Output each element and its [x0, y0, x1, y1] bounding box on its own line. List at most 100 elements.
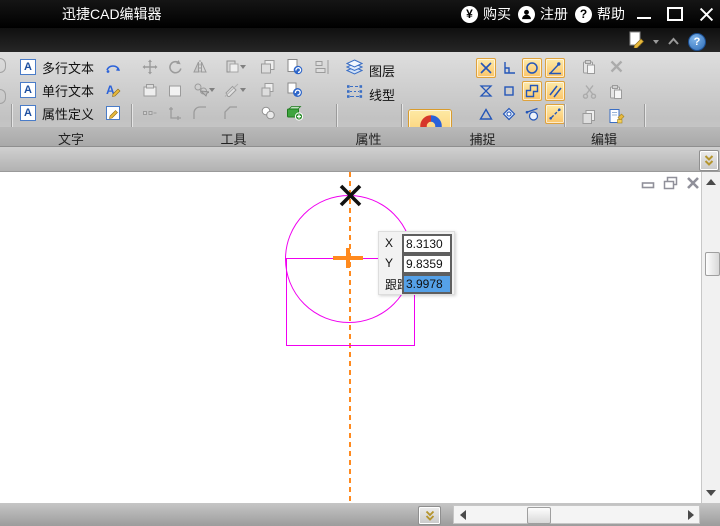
- clipped-icon: [0, 58, 6, 73]
- track-value-field[interactable]: 3.9978: [402, 274, 452, 294]
- document-tab-strip: [0, 147, 720, 172]
- scroll-right-button[interactable]: [683, 507, 698, 523]
- snap-nearest-toggle[interactable]: [522, 81, 542, 101]
- x-value-field[interactable]: 8.3130: [402, 234, 452, 254]
- tools-group-label: 工具: [132, 129, 335, 148]
- chamfer-icon[interactable]: [221, 103, 241, 122]
- group-circles-icon[interactable]: [258, 103, 278, 122]
- close-button[interactable]: [694, 2, 718, 26]
- maximize-button[interactable]: [663, 2, 687, 26]
- minimize-button[interactable]: [632, 2, 656, 26]
- maximize-icon: [667, 7, 683, 21]
- mdi-close-button[interactable]: [686, 176, 700, 195]
- block-add-icon[interactable]: [284, 103, 304, 122]
- arc-text-icon[interactable]: [104, 58, 121, 75]
- help-button[interactable]: ? 帮助: [575, 4, 625, 24]
- copy-icon[interactable]: [579, 107, 599, 126]
- match-properties-icon[interactable]: [606, 107, 626, 126]
- singleline-text-icon: A: [20, 82, 36, 98]
- offset-dropdown-icon[interactable]: [221, 57, 249, 76]
- mdi-minimize-button[interactable]: [641, 176, 655, 195]
- paste-origin-icon[interactable]: [165, 80, 185, 99]
- layers-button[interactable]: 图层: [346, 60, 395, 80]
- edit-drawing-icon[interactable]: [628, 31, 645, 53]
- draw-order-icon[interactable]: [284, 57, 304, 76]
- double-chevron-down-icon: [703, 154, 715, 167]
- x-label: X: [385, 236, 393, 250]
- buy-label: 购买: [483, 4, 511, 24]
- snap-apparent-toggle[interactable]: [476, 104, 496, 124]
- snap-intersection-toggle[interactable]: [476, 58, 496, 78]
- app-window: 迅捷CAD编辑器 ¥ 购买 注册 ? 帮助: [0, 0, 720, 526]
- horizontal-scrollbar[interactable]: [453, 505, 700, 524]
- fillet-icon[interactable]: [190, 103, 210, 122]
- cut-icon[interactable]: [579, 82, 599, 101]
- register-button[interactable]: 注册: [518, 4, 568, 24]
- snap-midpoint-toggle[interactable]: [476, 81, 496, 101]
- arrow-down-icon: [706, 490, 716, 496]
- scroll-up-button[interactable]: [702, 174, 720, 190]
- copy-nested-icon[interactable]: [258, 80, 278, 99]
- edit-group-label: 编辑: [565, 129, 643, 148]
- singleline-text-button[interactable]: A 单行文本: [20, 80, 94, 100]
- bottombar-expand-button[interactable]: [418, 506, 441, 525]
- buy-button[interactable]: ¥ 购买: [461, 4, 511, 24]
- close-icon: [699, 7, 714, 22]
- multiline-text-icon: A: [20, 59, 36, 75]
- ribbon-help-icon[interactable]: ?: [688, 33, 706, 51]
- rotate-icon[interactable]: [165, 57, 185, 76]
- dropdown-caret-icon[interactable]: [653, 40, 659, 44]
- erase-dropdown-icon[interactable]: [221, 80, 249, 99]
- tabstrip-expand-button[interactable]: [699, 150, 719, 171]
- multiline-text-button[interactable]: A 多行文本: [20, 57, 94, 77]
- mdi-restore-button[interactable]: [663, 176, 678, 195]
- minimize-ribbon-icon[interactable]: [667, 33, 680, 51]
- tracking-point-marker: [346, 248, 350, 268]
- arrow-right-icon: [688, 510, 694, 520]
- snap-extension-toggle[interactable]: [545, 104, 565, 124]
- snap-cross-marker: [337, 182, 364, 209]
- bottom-bar: [0, 503, 720, 526]
- snap-perpendicular-toggle[interactable]: [499, 58, 519, 78]
- mirror-icon[interactable]: [190, 57, 210, 76]
- point-style-icon[interactable]: [140, 103, 160, 122]
- vertical-scrollbar[interactable]: [701, 172, 720, 503]
- clipped-icon: [0, 89, 6, 104]
- coordinate-tooltip: X 8.3130 Y 9.8359 跟踪 3.9978: [378, 231, 455, 295]
- vertical-scroll-thumb[interactable]: [705, 252, 720, 276]
- copy-objects-icon[interactable]: [258, 57, 278, 76]
- delete-icon[interactable]: [606, 57, 626, 76]
- align-icon[interactable]: [312, 57, 332, 76]
- edit-attribute-icon[interactable]: [104, 104, 121, 121]
- attribute-define-button[interactable]: A 属性定义: [20, 103, 94, 123]
- select-similar-icon[interactable]: [190, 80, 218, 99]
- arrow-left-icon: [460, 510, 466, 520]
- text-group-label: 文字: [12, 129, 130, 148]
- snap-quadrant-toggle[interactable]: [499, 104, 519, 124]
- snap-parallel-toggle[interactable]: [545, 81, 565, 101]
- horizontal-scroll-thumb[interactable]: [527, 507, 551, 524]
- paste-special-icon[interactable]: [606, 82, 626, 101]
- snap-center-toggle[interactable]: [522, 58, 542, 78]
- attribute-define-icon: A: [20, 105, 36, 121]
- double-chevron-down-icon: [424, 510, 436, 522]
- measure-icon[interactable]: [165, 103, 185, 122]
- scroll-left-button[interactable]: [455, 507, 470, 523]
- minimize-icon: [637, 17, 651, 19]
- drawing-canvas[interactable]: X 8.3130 Y 9.8359 跟踪 3.9978: [0, 172, 701, 503]
- app-title: 迅捷CAD编辑器: [62, 0, 162, 28]
- y-value-field[interactable]: 9.8359: [402, 254, 452, 274]
- edit-text-icon[interactable]: A: [104, 81, 121, 98]
- snap-node-toggle[interactable]: [499, 81, 519, 101]
- help-label: 帮助: [597, 4, 625, 24]
- linetype-button[interactable]: 线型: [346, 84, 395, 104]
- quick-access-band: ?: [0, 28, 720, 52]
- props-group-label: 属性: [337, 129, 400, 148]
- snap-endpoint-toggle[interactable]: [545, 58, 565, 78]
- move-icon[interactable]: [140, 57, 160, 76]
- snap-tangent-toggle[interactable]: [522, 104, 542, 124]
- paste-icon[interactable]: [579, 57, 599, 76]
- paste-block-icon[interactable]: [140, 80, 160, 99]
- update-reference-icon[interactable]: [284, 80, 304, 99]
- scroll-down-button[interactable]: [702, 485, 720, 501]
